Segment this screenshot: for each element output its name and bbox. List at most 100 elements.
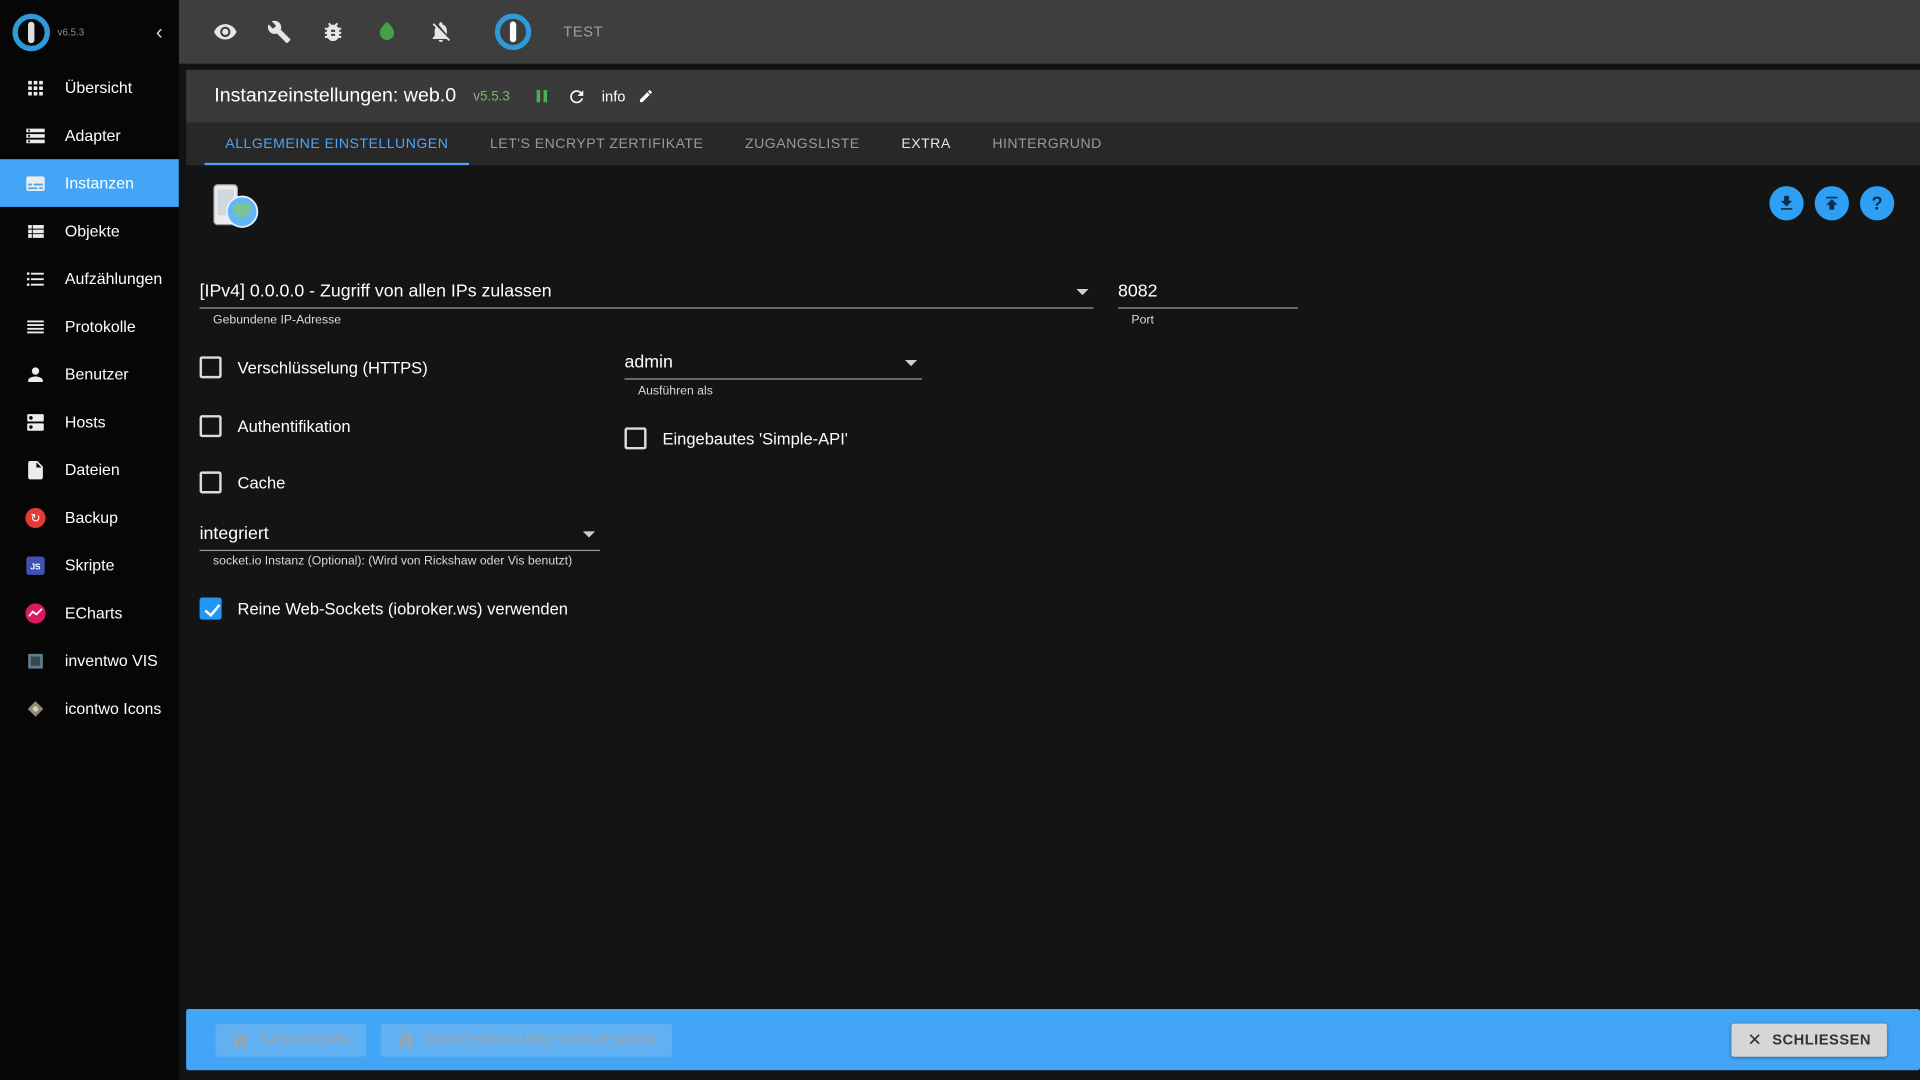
upload-config-button[interactable] xyxy=(1815,186,1849,220)
pause-instance-icon[interactable] xyxy=(532,86,553,107)
sidebar-item-label: Dateien xyxy=(65,460,120,478)
save-icon xyxy=(231,1030,249,1048)
sidebar-item-icontwo-icons[interactable]: icontwo Icons xyxy=(0,684,179,732)
hosts-icon xyxy=(24,411,46,433)
authentication-label: Authentifikation xyxy=(238,417,351,435)
run-as-select[interactable]: admin xyxy=(624,347,922,380)
tab-lets-encrypt-zertifikate[interactable]: LET'S ENCRYPT ZERTIFIKATE xyxy=(469,122,724,165)
wrench-icon[interactable] xyxy=(267,20,291,44)
close-button-label: SCHLIESSEN xyxy=(1772,1031,1871,1048)
tab-hintergrund[interactable]: HINTERGRUND xyxy=(972,122,1123,165)
save-icon xyxy=(396,1030,414,1048)
bug-report-icon[interactable] xyxy=(321,20,345,44)
page-title: Instanzeinstellungen: web.0 xyxy=(214,85,456,107)
sidebar-item-aufzaehlungen[interactable]: Aufzählungen xyxy=(0,255,179,303)
sidebar-item-backup[interactable]: ↻ Backup xyxy=(0,493,179,541)
save-and-close-button[interactable]: SPEICHERN UND SCHLIESSEN xyxy=(380,1023,671,1056)
authentication-checkbox[interactable]: Authentifikation xyxy=(200,415,351,437)
settings-tab-bar: ALLGEMEINE EINSTELLUNGEN LET'S ENCRYPT Z… xyxy=(186,122,1920,165)
sidebar-item-label: Skripte xyxy=(65,556,115,574)
port-label: Port xyxy=(1131,313,1153,326)
chevron-down-icon xyxy=(905,359,917,365)
bound-ip-select[interactable]: [IPv4] 0.0.0.0 - Zugriff von allen IPs z… xyxy=(200,276,1094,309)
socketio-label: socket.io Instanz (Optional): (Wird von … xyxy=(213,555,572,568)
sidebar-item-benutzer[interactable]: Benutzer xyxy=(0,350,179,398)
collapse-sidebar-icon[interactable]: ‹ xyxy=(156,21,163,42)
save-button[interactable]: SPEICHERN xyxy=(216,1023,366,1056)
restart-instance-icon[interactable] xyxy=(567,86,587,106)
host-name-label: TEST xyxy=(563,23,603,40)
pure-websockets-checkbox[interactable]: Reine Web-Sockets (iobroker.ws) verwende… xyxy=(200,598,568,620)
question-mark-icon: ? xyxy=(1872,193,1883,214)
notifications-off-icon[interactable] xyxy=(429,20,453,44)
instance-settings-header: Instanzeinstellungen: web.0 v5.5.3 info xyxy=(186,70,1920,123)
sidebar-item-inventwo-vis[interactable]: inventwo VIS xyxy=(0,637,179,685)
socketio-instance-select[interactable]: integriert xyxy=(200,518,600,551)
files-icon xyxy=(24,459,46,481)
sidebar-item-label: icontwo Icons xyxy=(65,699,161,717)
adapters-icon xyxy=(24,124,46,146)
edit-icon[interactable] xyxy=(638,88,654,104)
close-button[interactable]: ✕ SCHLIESSEN xyxy=(1732,1023,1887,1056)
sidebar-item-dateien[interactable]: Dateien xyxy=(0,446,179,494)
sidebar-item-label: Hosts xyxy=(65,413,106,431)
backup-icon: ↻ xyxy=(24,506,46,528)
host-status-icon[interactable] xyxy=(375,20,399,44)
app-root: TEST v6.5.3 ‹ Übersicht Adapter Instanze… xyxy=(0,0,1920,1080)
port-input[interactable]: 8082 xyxy=(1118,276,1298,309)
sidebar-item-protokolle[interactable]: Protokolle xyxy=(0,302,179,350)
sidebar: v6.5.3 ‹ Übersicht Adapter Instanzen Obj… xyxy=(0,0,179,1080)
sidebar-item-label: Backup xyxy=(65,508,118,526)
close-icon: ✕ xyxy=(1748,1029,1763,1050)
sidebar-item-adapter[interactable]: Adapter xyxy=(0,111,179,159)
port-value: 8082 xyxy=(1118,282,1158,302)
scripts-icon: JS xyxy=(24,554,46,576)
checkbox-icon xyxy=(624,427,646,449)
sidebar-item-objekte[interactable]: Objekte xyxy=(0,207,179,255)
echarts-icon xyxy=(24,602,46,624)
dialog-footer: SPEICHERN SPEICHERN UND SCHLIESSEN ✕ SCH… xyxy=(186,1009,1920,1070)
sidebar-item-uebersicht[interactable]: Übersicht xyxy=(0,64,179,112)
download-config-button[interactable] xyxy=(1769,186,1803,220)
instance-info-link[interactable]: info xyxy=(602,88,626,105)
iobroker-logo-small xyxy=(10,10,53,53)
sidebar-item-label: Protokolle xyxy=(65,317,136,335)
sidebar-item-label: Adapter xyxy=(65,126,121,144)
sidebar-item-label: Instanzen xyxy=(65,174,134,192)
sidebar-item-hosts[interactable]: Hosts xyxy=(0,398,179,446)
run-as-value: admin xyxy=(624,353,672,373)
checkbox-icon xyxy=(200,415,222,437)
save-and-close-button-label: SPEICHERN UND SCHLIESSEN xyxy=(424,1031,655,1048)
bound-ip-value: [IPv4] 0.0.0.0 - Zugriff von allen IPs z… xyxy=(200,282,552,302)
sidebar-item-label: Aufzählungen xyxy=(65,269,162,287)
help-button[interactable]: ? xyxy=(1860,186,1894,220)
icontwo-icons-icon xyxy=(24,697,46,719)
users-icon xyxy=(24,363,46,385)
https-checkbox[interactable]: Verschlüsselung (HTTPS) xyxy=(200,356,428,378)
simple-api-checkbox[interactable]: Eingebautes 'Simple-API' xyxy=(624,427,847,449)
tab-extra[interactable]: EXTRA xyxy=(881,122,972,165)
pure-websockets-label: Reine Web-Sockets (iobroker.ws) verwende… xyxy=(238,599,568,617)
sidebar-item-skripte[interactable]: JS Skripte xyxy=(0,541,179,589)
sidebar-item-label: ECharts xyxy=(65,604,123,622)
sidebar-item-label: inventwo VIS xyxy=(65,651,158,669)
sidebar-item-label: Benutzer xyxy=(65,365,129,383)
cache-checkbox[interactable]: Cache xyxy=(200,471,286,493)
cache-label: Cache xyxy=(238,473,286,491)
sidebar-item-label: Übersicht xyxy=(65,78,132,96)
sidebar-item-instanzen[interactable]: Instanzen xyxy=(0,159,179,207)
instances-icon xyxy=(24,172,46,194)
bound-ip-label: Gebundene IP-Adresse xyxy=(213,313,341,326)
adapter-version-label: v5.5.3 xyxy=(473,89,510,104)
visibility-icon[interactable] xyxy=(213,20,237,44)
simple-api-label: Eingebautes 'Simple-API' xyxy=(662,429,848,447)
sidebar-item-echarts[interactable]: ECharts xyxy=(0,589,179,637)
topbar: TEST xyxy=(179,0,1920,64)
tab-zugangsliste[interactable]: ZUGANGSLISTE xyxy=(724,122,880,165)
save-button-label: SPEICHERN xyxy=(260,1031,350,1048)
overview-grid-icon xyxy=(24,77,46,99)
enums-icon xyxy=(24,268,46,290)
sidebar-item-label: Objekte xyxy=(65,222,120,240)
tab-allgemeine-einstellungen[interactable]: ALLGEMEINE EINSTELLUNGEN xyxy=(204,122,469,165)
web-adapter-icon xyxy=(206,181,262,237)
